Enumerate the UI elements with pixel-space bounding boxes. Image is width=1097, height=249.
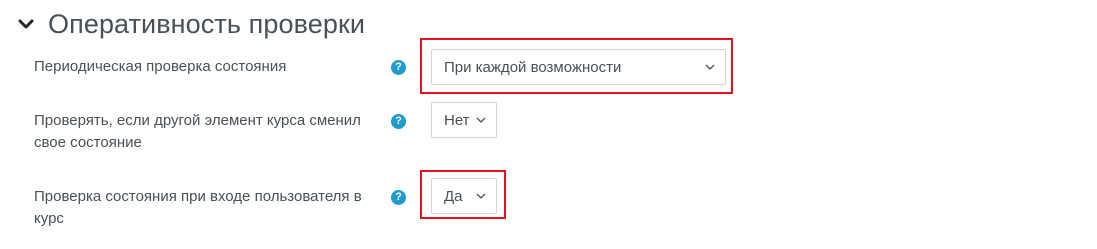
periodic-check-label: Периодическая проверка состояния: [34, 58, 287, 75]
course-entry-check-value: Да: [444, 187, 463, 205]
course-entry-check-select[interactable]: Да: [431, 178, 497, 214]
section-title: Оперативность проверки: [48, 8, 366, 39]
other-activity-check-select[interactable]: Нет: [431, 102, 497, 138]
course-entry-check-label: Проверка состояния при входе пользовател…: [34, 188, 362, 227]
chevron-down-icon[interactable]: [16, 14, 36, 34]
chevron-down-icon: [476, 191, 486, 201]
completion-responsiveness-section: Оперативность проверки Периодическая про…: [0, 0, 1097, 249]
chevron-down-icon: [476, 115, 486, 125]
question-circle-icon[interactable]: ?: [391, 114, 406, 129]
other-activity-check-label: Проверять, если другой элемент курса сме…: [34, 112, 361, 151]
question-circle-icon[interactable]: ?: [391, 60, 406, 75]
other-activity-check-value: Нет: [444, 111, 470, 129]
periodic-check-select[interactable]: При каждой возможности: [431, 49, 726, 85]
periodic-check-value: При каждой возможности: [444, 58, 622, 76]
chevron-down-icon: [705, 62, 715, 72]
question-circle-icon[interactable]: ?: [391, 190, 406, 205]
section-header[interactable]: Оперативность проверки: [16, 4, 365, 44]
